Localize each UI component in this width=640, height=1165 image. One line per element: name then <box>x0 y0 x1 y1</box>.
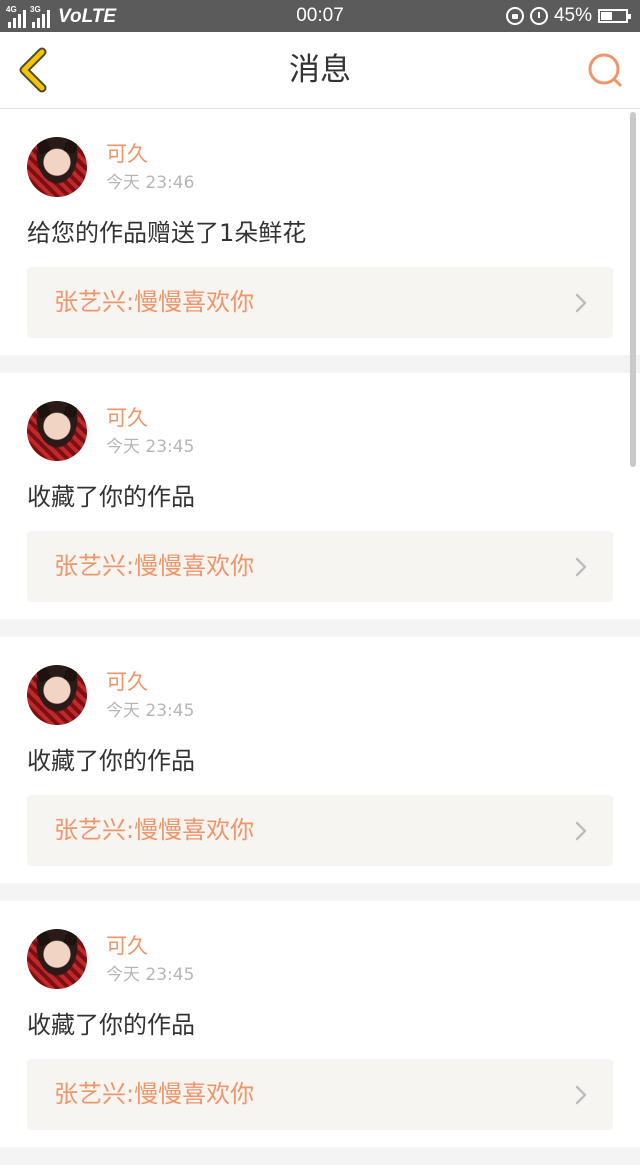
timestamp: 今天 23:45 <box>106 965 195 985</box>
status-icons: 45% <box>505 4 632 28</box>
chevron-right-icon <box>575 1085 587 1105</box>
work-link[interactable]: 张艺兴:慢慢喜欢你 <box>27 795 613 866</box>
page-title: 消息 <box>289 52 351 88</box>
work-link[interactable]: 张艺兴:慢慢喜欢你 <box>27 267 613 338</box>
work-title: 张艺兴:慢慢喜欢你 <box>54 552 255 580</box>
avatar[interactable] <box>27 401 87 461</box>
work-title: 张艺兴:慢慢喜欢你 <box>54 1080 255 1108</box>
message-card: 可久 今天 23:45 收藏了你的作品 张艺兴:慢慢喜欢你 <box>0 901 640 1147</box>
work-title: 张艺兴:慢慢喜欢你 <box>54 288 255 316</box>
username[interactable]: 可久 <box>106 406 148 430</box>
chevron-right-icon <box>575 557 587 577</box>
search-icon <box>588 53 622 87</box>
avatar[interactable] <box>27 665 87 725</box>
message-card: 可久 今天 23:45 收藏了你的作品 张艺兴:慢慢喜欢你 <box>0 637 640 883</box>
username[interactable]: 可久 <box>106 142 148 166</box>
message-text: 收藏了你的作品 <box>27 747 195 775</box>
lock-rotation-icon <box>505 7 524 25</box>
timestamp: 今天 23:45 <box>106 701 195 721</box>
header-bar: 消息 <box>0 32 640 109</box>
status-bar: 4G 3G VoLTE 00:07 45% <box>0 0 640 32</box>
chevron-right-icon <box>575 293 587 313</box>
search-button[interactable] <box>584 49 626 91</box>
message-card: 可久 今天 23:46 给您的作品赠送了1朵鲜花 张艺兴:慢慢喜欢你 <box>0 109 640 355</box>
battery-fill <box>601 12 612 20</box>
work-title: 张艺兴:慢慢喜欢你 <box>54 816 255 844</box>
chevron-right-icon <box>575 821 587 841</box>
battery-icon <box>598 9 631 23</box>
work-link[interactable]: 张艺兴:慢慢喜欢你 <box>27 531 613 602</box>
scrollbar[interactable] <box>630 112 636 467</box>
work-link[interactable]: 张艺兴:慢慢喜欢你 <box>27 1059 613 1130</box>
username[interactable]: 可久 <box>106 934 148 958</box>
avatar[interactable] <box>27 137 87 197</box>
message-text: 收藏了你的作品 <box>27 1011 195 1039</box>
username[interactable]: 可久 <box>106 670 148 694</box>
timestamp: 今天 23:46 <box>106 173 195 193</box>
battery-percent: 45% <box>553 5 592 26</box>
avatar[interactable] <box>27 929 87 989</box>
timestamp: 今天 23:45 <box>106 437 195 457</box>
alarm-icon <box>529 7 548 25</box>
message-text: 给您的作品赠送了1朵鲜花 <box>27 219 307 247</box>
message-text: 收藏了你的作品 <box>27 483 195 511</box>
message-card: 可久 今天 23:45 收藏了你的作品 张艺兴:慢慢喜欢你 <box>0 373 640 619</box>
message-list: 可久 今天 23:46 给您的作品赠送了1朵鲜花 张艺兴:慢慢喜欢你 可久 今天… <box>0 109 640 1165</box>
